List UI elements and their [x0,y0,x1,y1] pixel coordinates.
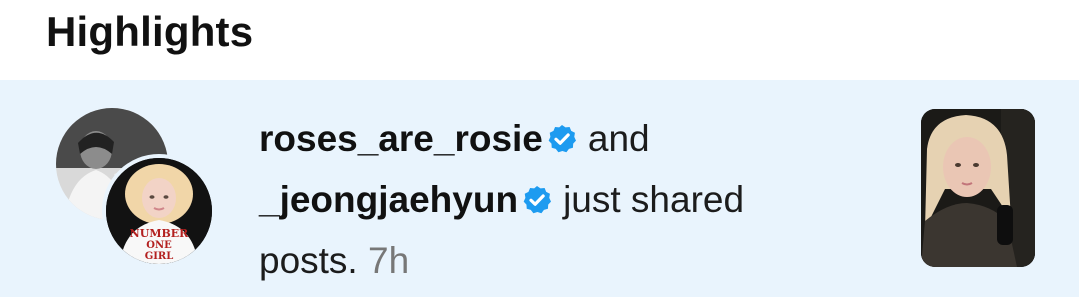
post-thumbnail[interactable] [921,109,1035,267]
shirt-text-2: ONE [146,240,172,251]
notification-item[interactable]: NUMBER ONE GIRL roses_are_rosie and _jeon… [0,80,1079,297]
avatar-roses-are-rosie[interactable]: NUMBER ONE GIRL [102,154,216,268]
shirt-text-1: NUMBER [130,227,190,240]
verified-badge-icon [521,175,553,232]
connector-text: and [587,118,650,159]
highlights-heading: Highlights [46,8,254,55]
message-text-1: just shared [563,179,745,220]
shirt-text-3: GIRL [145,251,174,262]
username-jeongjaehyun[interactable]: _jeongjaehyun [259,179,518,220]
username-roses-are-rosie[interactable]: roses_are_rosie [259,118,543,159]
avatar-stack[interactable]: NUMBER ONE GIRL [56,108,218,270]
verified-badge-icon [546,114,578,171]
message-text-2: posts. [259,240,358,281]
timestamp: 7h [368,240,410,281]
notification-text: roses_are_rosie and _jeongjaehyun just sha… [259,110,859,289]
